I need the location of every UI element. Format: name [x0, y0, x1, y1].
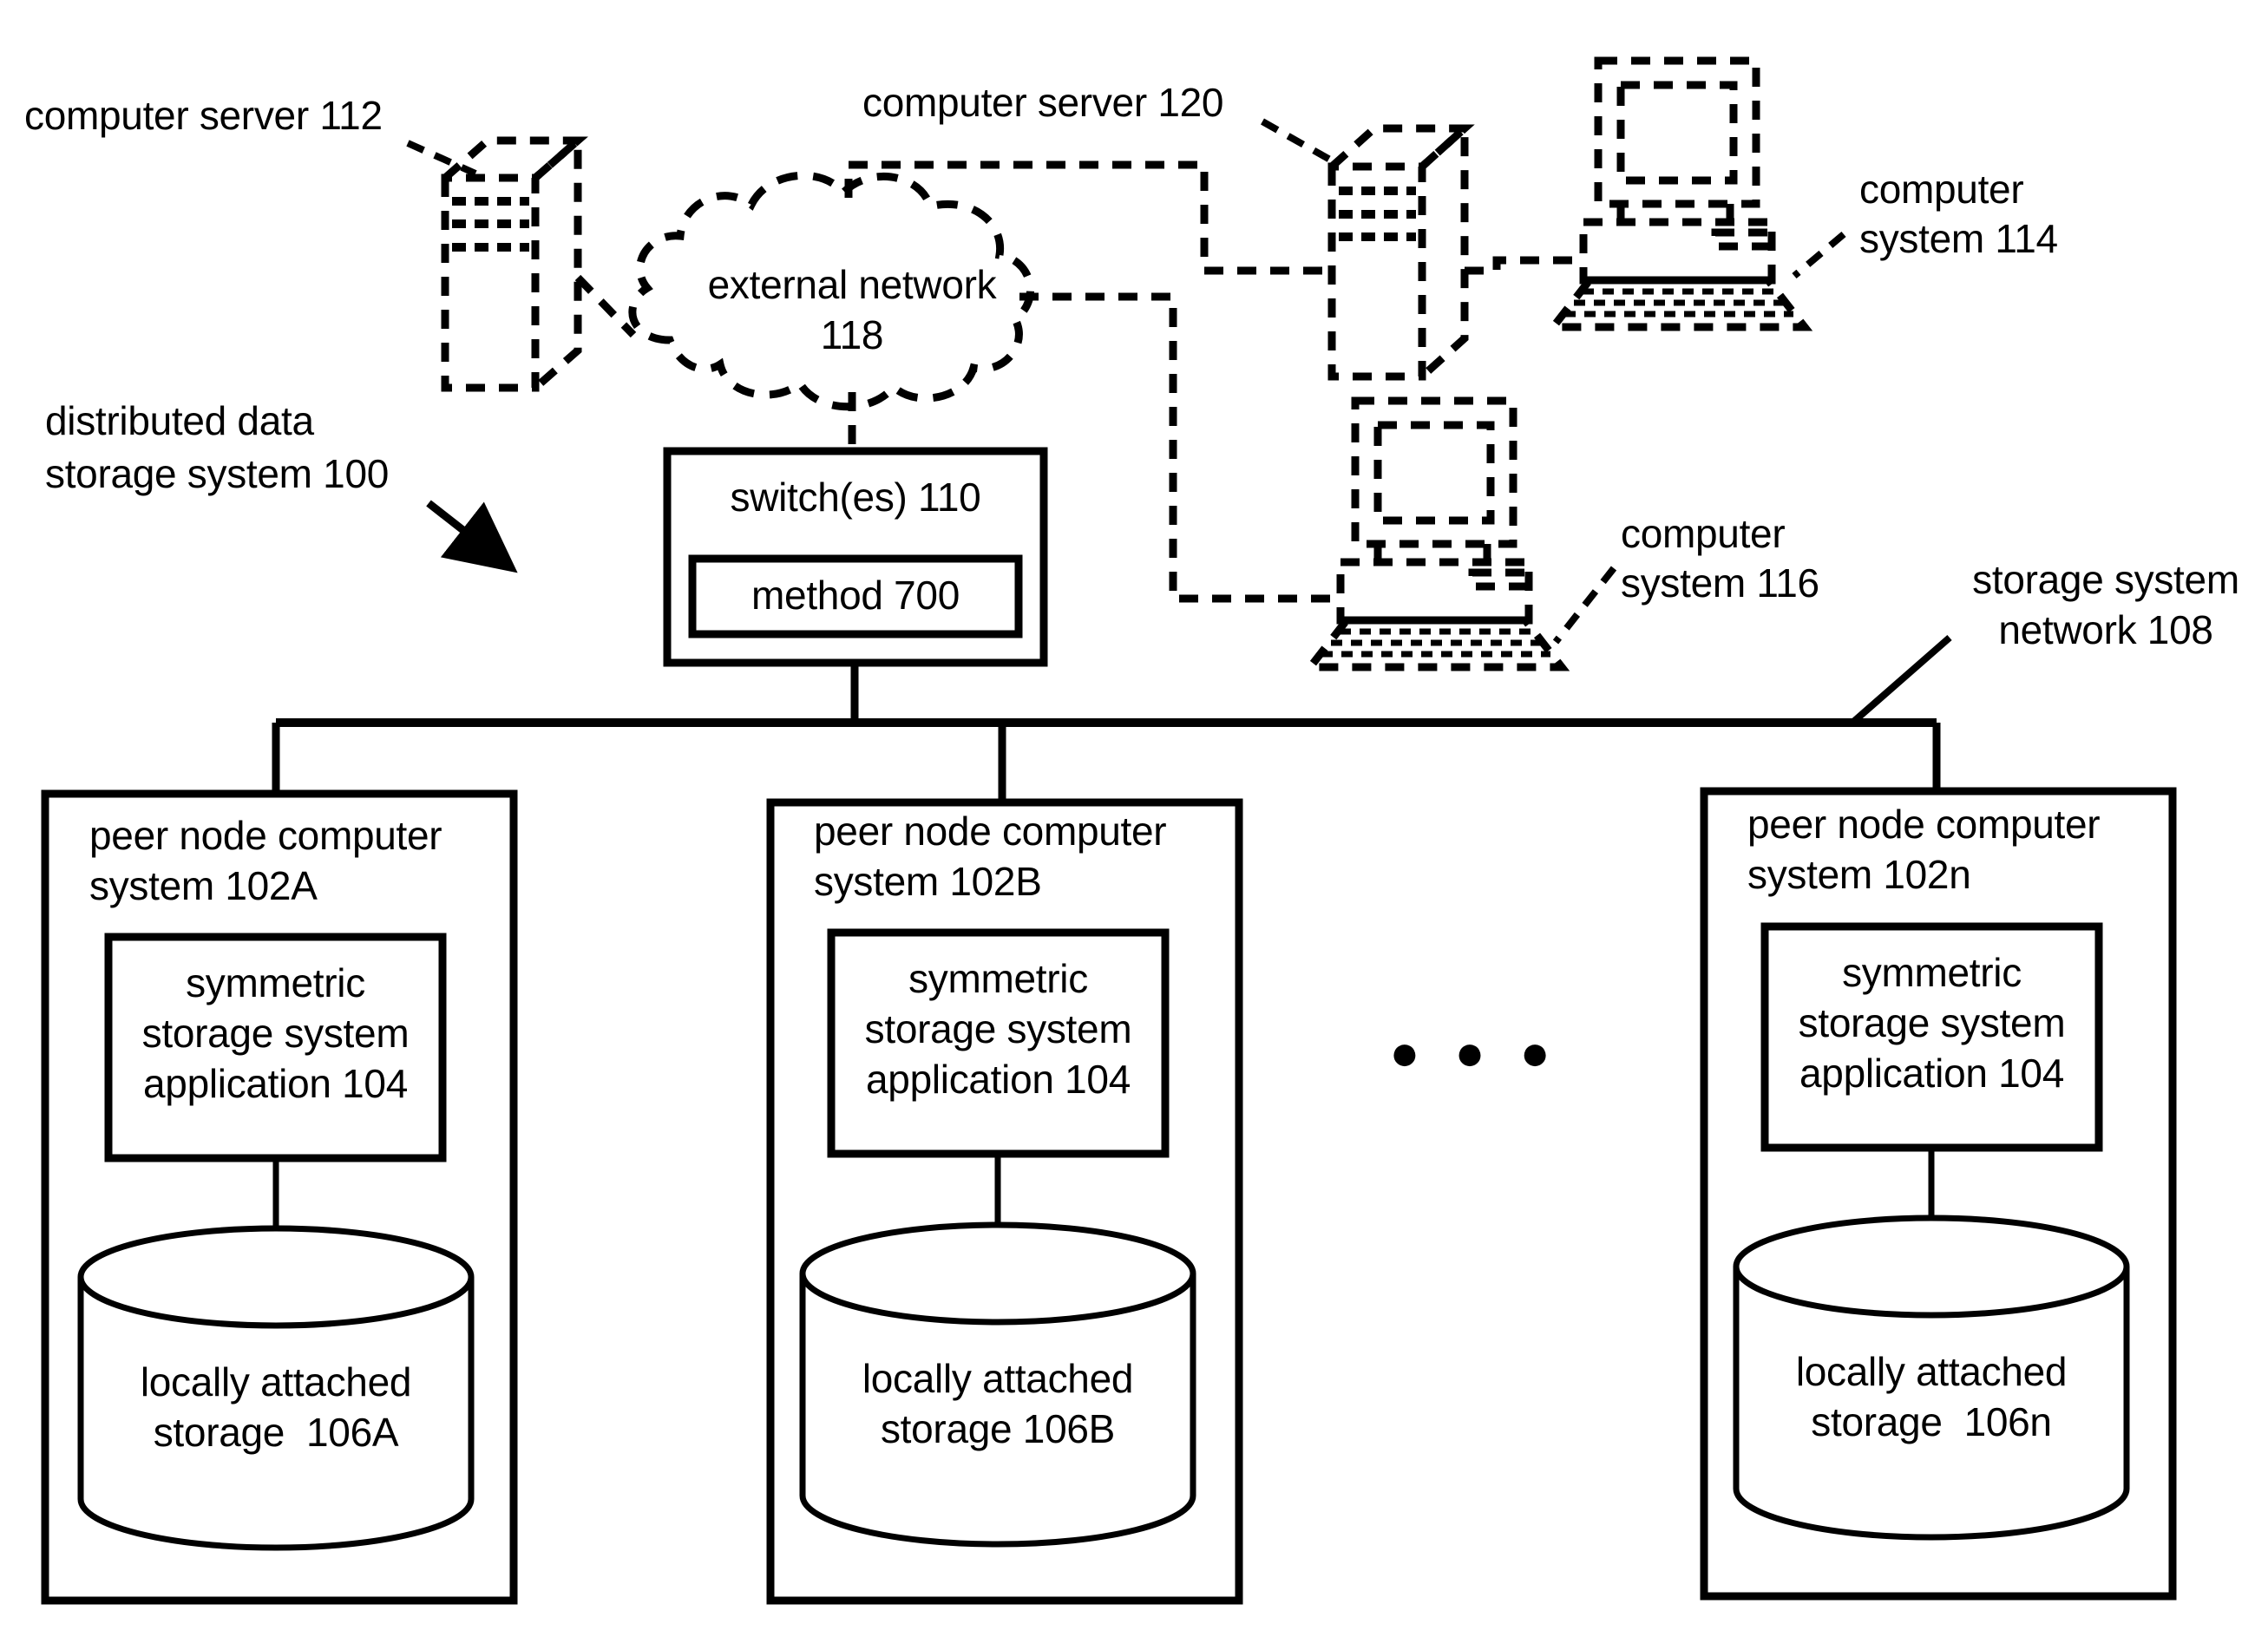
method-700-label: method 700	[751, 573, 960, 618]
peer-node-102n-title-line2: system 102n	[1747, 852, 1971, 897]
computer-system-114-label-line1: computer	[1859, 167, 2024, 212]
symmetric-app-102a-line3: application 104	[143, 1061, 408, 1106]
storage-106a-line1: locally attached	[140, 1359, 412, 1404]
external-network-label-line1: external network	[707, 262, 997, 307]
peer-node-102a-title-line2: system 102A	[89, 863, 318, 908]
leader-server-120	[1261, 118, 1338, 167]
link-cloud-116	[1019, 292, 1340, 603]
computer-server-112-icon	[441, 132, 588, 392]
switch-box-title: switch(es) 110	[730, 475, 981, 520]
peer-node-102b-title-line1: peer node computer	[814, 809, 1167, 854]
distributed-data-storage-system-label-line2: storage system 100	[45, 451, 390, 496]
peer-node-102b-outline	[766, 798, 1243, 1605]
figure-canvas: computer server 112 computer server 120 …	[0, 0, 2268, 1650]
computer-system-114-label-line2: system 114	[1859, 216, 2058, 261]
storage-system-network-label-line2: network 108	[1998, 607, 2213, 652]
peer-node-102n-outline	[1700, 787, 2177, 1601]
computer-server-120-icon	[1327, 119, 1475, 381]
peer-node-102b-title-line2: system 102B	[814, 859, 1042, 904]
server-112-bays	[452, 197, 529, 252]
computer-system-116-icon	[1301, 396, 1570, 671]
keyboard-114-keys	[1564, 288, 1793, 318]
peer-node-102a-title-line1: peer node computer	[89, 813, 442, 858]
leader-system-114	[1792, 231, 1846, 279]
computer-server-112-label: computer server 112	[24, 93, 383, 138]
link-120-114	[1465, 256, 1583, 275]
server-120-bays	[1339, 187, 1416, 241]
leader-server-112	[406, 140, 477, 177]
ellipsis-more-nodes: ● ● ●	[1389, 1025, 1561, 1081]
peer-node-102n-title-line1: peer node computer	[1747, 802, 2101, 847]
symmetric-app-102a-line1: symmetric	[186, 960, 365, 1005]
symmetric-app-102b-line2: storage system	[864, 1006, 1132, 1051]
storage-106n-line1: locally attached	[1795, 1349, 2068, 1394]
computer-system-114-icon	[1544, 56, 1813, 331]
symmetric-app-102n-line2: storage system	[1798, 1000, 2066, 1045]
computer-server-120-label: computer server 120	[862, 80, 1224, 125]
external-network-label-line2: 118	[820, 312, 884, 357]
link-cloud-120	[844, 160, 1332, 275]
storage-106n-line2: storage 106n	[1811, 1399, 2052, 1444]
storage-106a-line2: storage 106A	[153, 1410, 399, 1455]
symmetric-app-102b-line1: symmetric	[908, 956, 1088, 1001]
peer-node-102a-outline	[41, 789, 518, 1605]
distributed-system-arrow	[426, 500, 518, 573]
symmetric-app-102a-line2: storage system	[141, 1011, 410, 1056]
computer-system-116-label-line1: computer	[1621, 511, 1786, 556]
computer-system-116-label-line2: system 116	[1621, 560, 1819, 606]
link-112-cloud	[574, 274, 637, 338]
symmetric-app-102n-line1: symmetric	[1842, 950, 2022, 995]
keyboard-116-keys	[1321, 628, 1550, 658]
symmetric-app-102b-line3: application 104	[866, 1057, 1131, 1102]
storage-106b-line2: storage 106B	[880, 1406, 1116, 1451]
storage-106b-line1: locally attached	[862, 1356, 1134, 1401]
distributed-data-storage-system-label-line1: distributed data	[45, 398, 314, 443]
storage-system-network-label-line1: storage system	[1972, 557, 2239, 602]
symmetric-app-102n-line3: application 104	[1799, 1051, 2064, 1096]
leader-system-116	[1552, 566, 1617, 645]
leader-storage-system-network	[1850, 634, 1952, 726]
